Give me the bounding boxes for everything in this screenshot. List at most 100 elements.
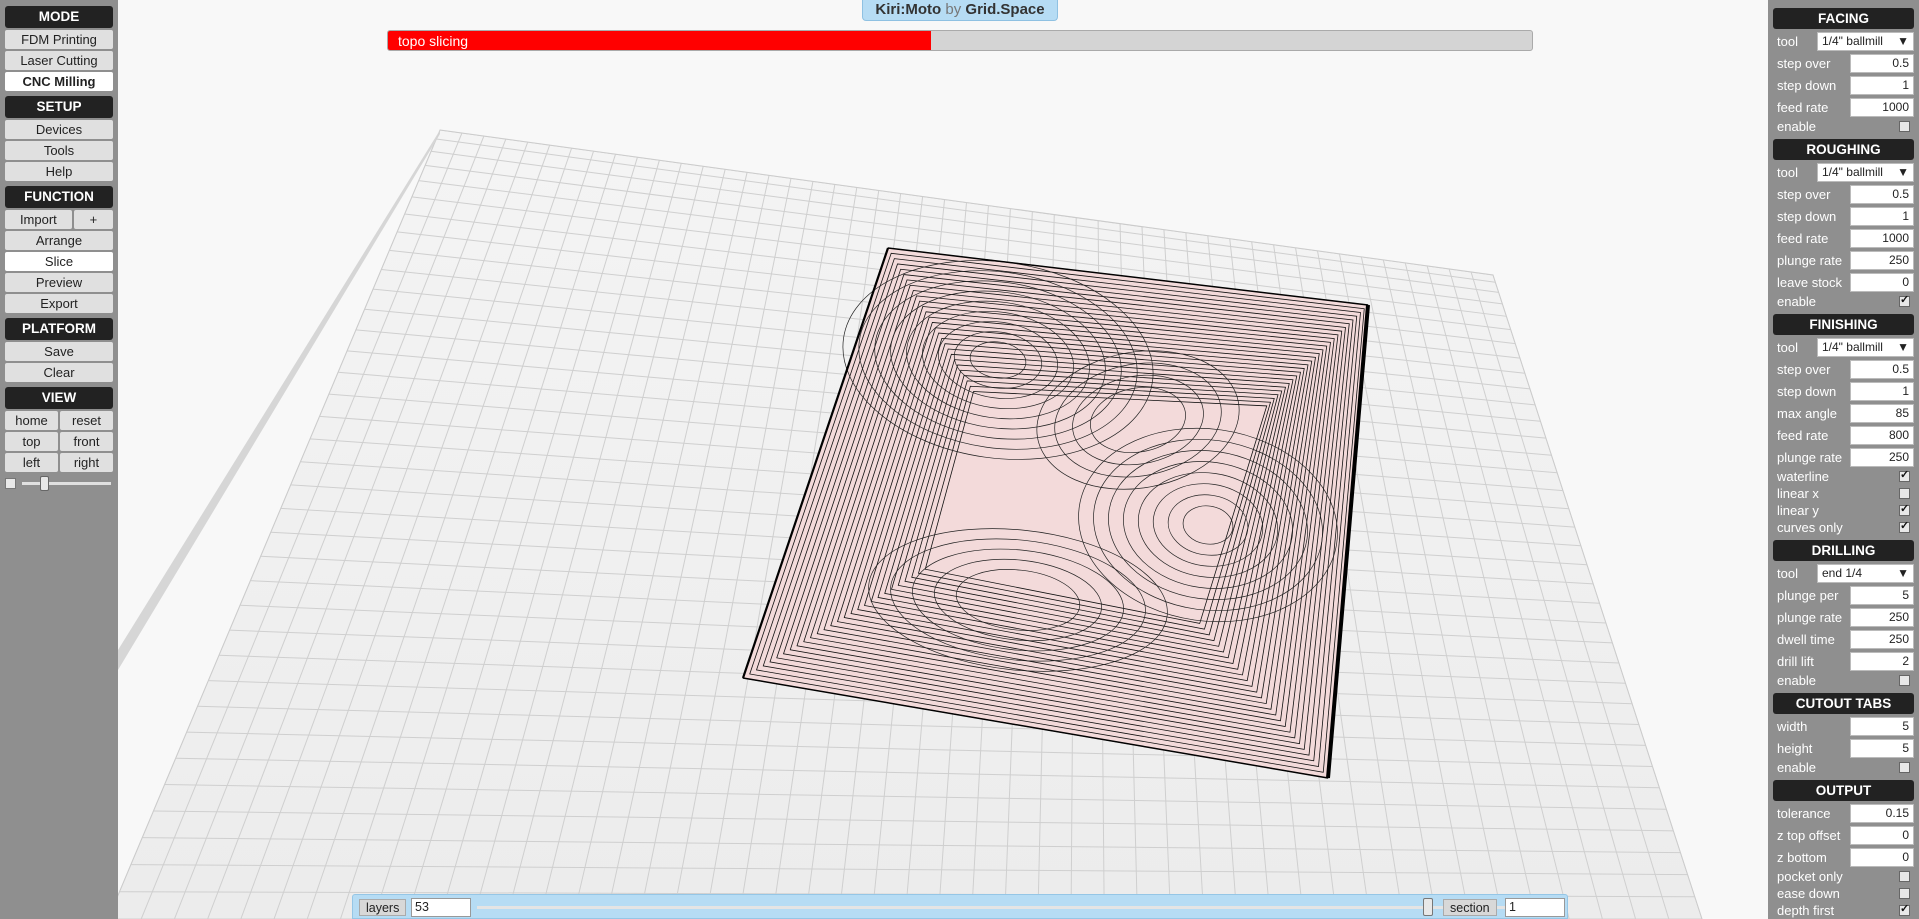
slicing-progress-bar: topo slicing	[387, 30, 1533, 51]
facing-step-over-input[interactable]: 0.5	[1850, 53, 1914, 73]
drilling-tool-value: end 1/4	[1822, 566, 1863, 580]
app-name: Kiri:Moto	[875, 1, 942, 18]
facing-tool-select[interactable]: 1/4" ballmill ▼	[1817, 31, 1914, 51]
roughing-step-over-label: step over	[1777, 186, 1831, 202]
roughing-feed-rate-input[interactable]: 1000	[1850, 228, 1914, 248]
layer-control-bar: layers 53 section 1	[352, 894, 1568, 919]
drilling-plunge-per-input[interactable]: 5	[1850, 585, 1914, 605]
layer-slider[interactable]	[477, 906, 1522, 909]
devices-button[interactable]: Devices	[5, 120, 113, 139]
output-pocket-only-label: pocket only	[1777, 869, 1843, 884]
import-add-button[interactable]: +	[73, 210, 113, 229]
finishing-waterline-label: waterline	[1777, 469, 1830, 484]
mode-fdm-printing-button[interactable]: FDM Printing	[5, 30, 113, 49]
roughing-step-over-input[interactable]: 0.5	[1850, 184, 1914, 204]
finishing-feed-rate-label: feed rate	[1777, 427, 1829, 443]
roughing-step-down-input[interactable]: 1	[1850, 206, 1914, 226]
finishing-tool-select[interactable]: 1/4" ballmill ▼	[1817, 337, 1914, 357]
drilling-plunge-rate-label: plunge rate	[1777, 609, 1843, 625]
progress-label: topo slicing	[398, 33, 469, 49]
view-slider-thumb[interactable]	[40, 475, 49, 491]
view-top-button[interactable]: top	[5, 432, 58, 451]
view-reset-button[interactable]: reset	[60, 411, 113, 430]
preview-button[interactable]: Preview	[5, 273, 113, 292]
import-button[interactable]: Import	[5, 210, 72, 229]
layer-slider-thumb[interactable]	[1423, 898, 1433, 916]
facing-feed-rate-label: feed rate	[1777, 99, 1829, 115]
finishing-linear-y-checkbox[interactable]	[1899, 502, 1910, 516]
roughing-plunge-rate-label: plunge rate	[1777, 252, 1843, 268]
finishing-curves-only-label: curves only	[1777, 520, 1843, 535]
facing-enable-checkbox[interactable]	[1899, 121, 1910, 132]
facing-feed-rate-input[interactable]: 1000	[1850, 97, 1914, 117]
finishing-header: FINISHING	[1773, 314, 1914, 335]
arrange-button[interactable]: Arrange	[5, 231, 113, 250]
finishing-step-over-input[interactable]: 0.5	[1850, 359, 1914, 379]
setup-header: SETUP	[5, 96, 113, 118]
clear-button[interactable]: Clear	[5, 363, 113, 382]
layers-input[interactable]: 53	[411, 898, 471, 917]
drilling-tool-label: tool	[1777, 565, 1798, 581]
progress-fill	[388, 31, 932, 50]
workspace-3d-view[interactable]	[107, 0, 1768, 919]
roughing-tool-label: tool	[1777, 164, 1798, 180]
finishing-linear-y-label: linear y	[1777, 503, 1819, 518]
output-z-bottom-input[interactable]: 0	[1850, 847, 1914, 867]
tabs-enable-checkbox[interactable]	[1899, 762, 1910, 773]
view-slider[interactable]	[22, 475, 111, 491]
roughing-tool-select[interactable]: 1/4" ballmill ▼	[1817, 162, 1914, 182]
roughing-tool-value: 1/4" ballmill	[1822, 165, 1883, 179]
finishing-waterline-checkbox[interactable]	[1899, 468, 1910, 482]
chevron-down-icon: ▼	[1897, 340, 1909, 354]
facing-header: FACING	[1773, 8, 1914, 29]
brand-name: Grid.Space	[965, 1, 1045, 18]
app-title-badge[interactable]: Kiri:Moto by Grid.Space	[862, 0, 1058, 21]
chevron-down-icon: ▼	[1897, 566, 1909, 580]
drilling-tool-select[interactable]: end 1/4 ▼	[1817, 563, 1914, 583]
drilling-plunge-rate-input[interactable]: 250	[1850, 607, 1914, 627]
tabs-height-label: height	[1777, 740, 1813, 756]
output-tolerance-input[interactable]: 0.15	[1850, 803, 1914, 823]
roughing-enable-checkbox[interactable]	[1899, 293, 1910, 307]
tabs-width-input[interactable]: 5	[1850, 716, 1914, 736]
drilling-enable-label: enable	[1777, 673, 1817, 688]
finishing-step-down-input[interactable]: 1	[1850, 381, 1914, 401]
drilling-enable-checkbox[interactable]	[1899, 675, 1910, 686]
view-home-button[interactable]: home	[5, 411, 58, 430]
facing-step-down-input[interactable]: 1	[1850, 75, 1914, 95]
cutout-tabs-header: CUTOUT TABS	[1773, 693, 1914, 714]
output-z-top-offset-input[interactable]: 0	[1850, 825, 1914, 845]
tools-button[interactable]: Tools	[5, 141, 113, 160]
finishing-max-angle-input[interactable]: 85	[1850, 403, 1914, 423]
mode-header: MODE	[5, 6, 113, 28]
finishing-linear-x-checkbox[interactable]	[1899, 488, 1910, 499]
view-right-button[interactable]: right	[60, 453, 113, 472]
view-option-checkbox[interactable]	[5, 477, 16, 489]
output-z-bottom-label: z bottom	[1777, 849, 1827, 865]
tabs-height-input[interactable]: 5	[1850, 738, 1914, 758]
finishing-plunge-rate-input[interactable]: 250	[1850, 447, 1914, 467]
output-ease-down-label: ease down	[1777, 886, 1840, 901]
output-ease-down-checkbox[interactable]	[1899, 888, 1910, 899]
output-depth-first-checkbox[interactable]	[1899, 902, 1910, 916]
save-button[interactable]: Save	[5, 342, 113, 361]
section-input[interactable]: 1	[1505, 898, 1565, 917]
roughing-plunge-rate-input[interactable]: 250	[1850, 250, 1914, 270]
finishing-step-over-label: step over	[1777, 361, 1831, 377]
finishing-curves-only-checkbox[interactable]	[1899, 519, 1910, 533]
view-header: VIEW	[5, 387, 113, 409]
export-button[interactable]: Export	[5, 294, 113, 313]
drilling-dwell-time-input[interactable]: 250	[1850, 629, 1914, 649]
facing-enable-label: enable	[1777, 119, 1817, 134]
view-left-button[interactable]: left	[5, 453, 58, 472]
slice-button[interactable]: Slice	[5, 252, 113, 271]
output-pocket-only-checkbox[interactable]	[1899, 871, 1910, 882]
help-button[interactable]: Help	[5, 162, 113, 181]
roughing-leave-stock-input[interactable]: 0	[1850, 272, 1914, 292]
mode-laser-cutting-button[interactable]: Laser Cutting	[5, 51, 113, 70]
facing-tool-value: 1/4" ballmill	[1822, 34, 1883, 48]
view-front-button[interactable]: front	[60, 432, 113, 451]
mode-cnc-milling-button[interactable]: CNC Milling	[5, 72, 113, 91]
finishing-feed-rate-input[interactable]: 800	[1850, 425, 1914, 445]
drilling-drill-lift-input[interactable]: 2	[1850, 651, 1914, 671]
